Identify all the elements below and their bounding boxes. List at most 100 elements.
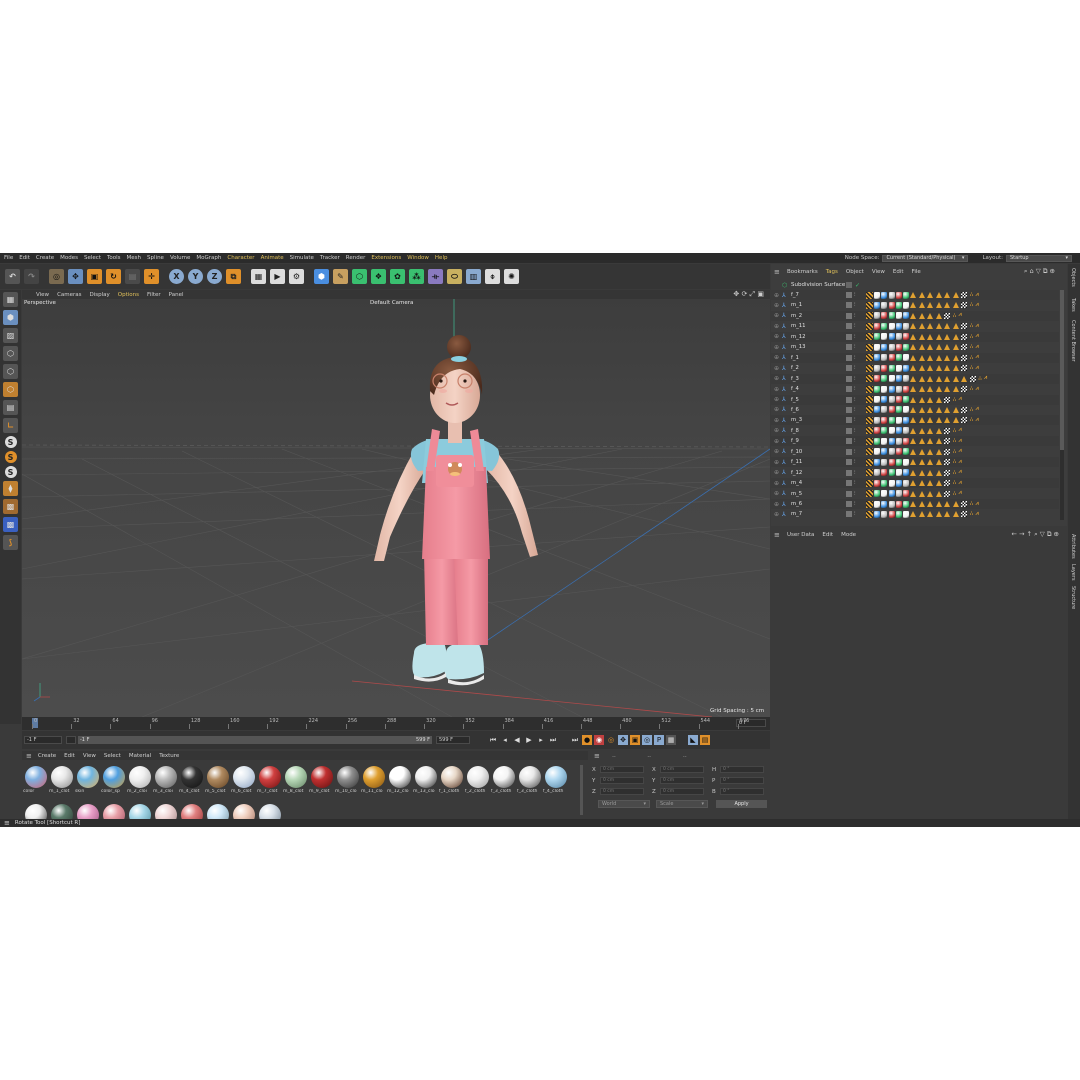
phong-tag-icon[interactable] bbox=[866, 291, 873, 299]
editor-visibility-icon[interactable]: ⁝ bbox=[854, 334, 856, 340]
object-menu-view[interactable]: View bbox=[872, 269, 885, 275]
selection-tag-icon[interactable] bbox=[935, 396, 942, 403]
play-icon[interactable]: ▶ bbox=[524, 735, 534, 745]
material-tag-icon[interactable] bbox=[874, 490, 881, 498]
material-tag-icon[interactable] bbox=[895, 500, 902, 508]
material-tag-icon[interactable] bbox=[895, 406, 902, 414]
uvw-tag-icon[interactable] bbox=[961, 386, 968, 393]
selection-tag-icon[interactable] bbox=[935, 406, 942, 413]
uvw-tag-icon[interactable] bbox=[944, 480, 951, 487]
layer-dot-icon[interactable]: ⊕ bbox=[774, 459, 779, 466]
material-tag-icon[interactable] bbox=[874, 364, 881, 372]
material-swatch[interactable] bbox=[231, 803, 256, 819]
coordinate-input[interactable]: 0 ° bbox=[720, 766, 764, 773]
uvw-tag-icon[interactable] bbox=[961, 323, 968, 330]
visibility-check-icon[interactable] bbox=[846, 292, 852, 298]
material-menu-view[interactable]: View bbox=[83, 753, 96, 759]
layer-dot-icon[interactable]: ⊕ bbox=[774, 365, 779, 372]
selection-tag-icon[interactable] bbox=[918, 490, 925, 497]
phong-tag-icon[interactable] bbox=[866, 510, 873, 518]
normal-tag-icon[interactable]: ⩘ bbox=[975, 365, 978, 372]
visibility-check-icon[interactable] bbox=[846, 448, 852, 455]
layer-dot-icon[interactable]: ⊕ bbox=[774, 302, 779, 309]
editor-visibility-icon[interactable]: ⁝ bbox=[854, 323, 856, 329]
layer-dot-icon[interactable]: ⊕ bbox=[774, 490, 779, 497]
z-axis-icon[interactable]: Z bbox=[207, 269, 222, 284]
selection-tag-icon[interactable] bbox=[952, 386, 959, 393]
motion-system-icon[interactable]: ◣ bbox=[688, 735, 698, 745]
uvw-tag-icon[interactable] bbox=[969, 375, 976, 382]
selection-tag-icon[interactable] bbox=[918, 501, 925, 507]
editor-visibility-icon[interactable]: ⁝ bbox=[854, 313, 856, 319]
material-tag-icon[interactable] bbox=[888, 427, 895, 435]
selection-tag-icon[interactable] bbox=[927, 323, 934, 330]
object-menu-edit[interactable]: Edit bbox=[893, 269, 904, 275]
normal-tag-icon[interactable]: ⩘ bbox=[975, 302, 978, 309]
selection-tag-icon[interactable] bbox=[935, 292, 942, 298]
selection-tag-icon[interactable] bbox=[952, 501, 959, 507]
solo-icon[interactable]: S bbox=[4, 466, 17, 478]
material-tag-icon[interactable] bbox=[881, 458, 888, 466]
editor-visibility-icon[interactable]: ⁝ bbox=[854, 302, 856, 308]
uvw-tag-icon[interactable] bbox=[961, 354, 968, 361]
material-menu-edit[interactable]: Edit bbox=[64, 753, 75, 759]
selection-tag-icon[interactable] bbox=[910, 292, 917, 298]
normal-tag-icon[interactable]: ⩘ bbox=[975, 417, 978, 424]
material-tag-icon[interactable] bbox=[874, 469, 881, 477]
object-row[interactable]: ⊕ ⅄ f_7 ⁝ ∴ ⩘ bbox=[771, 290, 1059, 300]
vertex-map-tag-icon[interactable]: ∴ bbox=[953, 449, 957, 455]
menu-item-tools[interactable]: Tools bbox=[107, 255, 121, 261]
position-key-icon[interactable]: ✥ bbox=[618, 735, 628, 745]
visibility-check-icon[interactable] bbox=[846, 490, 852, 497]
go-to-end-frame-icon[interactable]: ⏭ bbox=[570, 735, 580, 745]
material-tag-icon[interactable] bbox=[895, 301, 902, 309]
selection-tag-icon[interactable] bbox=[944, 375, 951, 382]
visibility-check-icon[interactable] bbox=[846, 333, 852, 340]
vertex-map-tag-icon[interactable]: ∴ bbox=[953, 438, 957, 444]
material-tag-icon[interactable] bbox=[874, 437, 881, 445]
material-tag-icon[interactable] bbox=[881, 437, 888, 445]
selection-tag-icon[interactable] bbox=[927, 396, 934, 403]
visibility-check-icon[interactable] bbox=[846, 406, 852, 413]
material-tag-icon[interactable] bbox=[888, 437, 895, 445]
material-swatch[interactable]: skin bbox=[75, 765, 100, 798]
material-tag-icon[interactable] bbox=[895, 437, 902, 445]
coordinate-input[interactable]: 0 cm bbox=[660, 788, 704, 795]
side-tab-content-browser[interactable]: Content Browser bbox=[1070, 320, 1076, 362]
scale-dropdown[interactable]: Scale ▾ bbox=[656, 800, 708, 808]
menu-item-modes[interactable]: Modes bbox=[60, 255, 78, 261]
material-tag-icon[interactable] bbox=[888, 448, 895, 456]
selection-tag-icon[interactable] bbox=[927, 333, 934, 340]
phong-tag-icon[interactable] bbox=[866, 500, 873, 508]
selection-tag-icon[interactable] bbox=[935, 480, 942, 487]
material-swatch[interactable]: m_3_cloi bbox=[153, 765, 178, 798]
coordinate-input[interactable]: 0 ° bbox=[720, 788, 764, 795]
layer-dot-icon[interactable]: ⊕ bbox=[774, 396, 779, 403]
material-tag-icon[interactable] bbox=[874, 458, 881, 466]
material-tag-icon[interactable] bbox=[888, 322, 895, 330]
selection-tag-icon[interactable] bbox=[935, 375, 942, 382]
world-dropdown[interactable]: World ▾ bbox=[598, 800, 650, 808]
workplane-icon[interactable]: ⧫ bbox=[3, 481, 18, 496]
phong-tag-icon[interactable] bbox=[866, 354, 873, 362]
preview-range-bar[interactable]: -1 F 599 F bbox=[78, 736, 432, 744]
material-tag-icon[interactable] bbox=[902, 490, 909, 498]
material-tag-icon[interactable] bbox=[874, 291, 881, 299]
viewport-menu-panel[interactable]: Panel bbox=[169, 292, 184, 298]
viewport-camera-label[interactable]: Default Camera bbox=[370, 300, 413, 306]
material-tag-icon[interactable] bbox=[874, 479, 881, 487]
material-tag-icon[interactable] bbox=[881, 396, 888, 403]
material-tag-icon[interactable] bbox=[874, 333, 881, 341]
scale-icon[interactable]: ▣ bbox=[87, 269, 102, 284]
material-tag-icon[interactable] bbox=[902, 396, 909, 403]
material-tag-icon[interactable] bbox=[902, 354, 909, 362]
selection-tag-icon[interactable] bbox=[927, 480, 934, 487]
selection-tag-icon[interactable] bbox=[927, 448, 934, 455]
material-tag-icon[interactable] bbox=[874, 375, 881, 383]
vertex-map-tag-icon[interactable]: ∴ bbox=[953, 491, 957, 497]
selection-tag-icon[interactable] bbox=[918, 406, 925, 413]
visibility-check-icon[interactable] bbox=[846, 386, 852, 393]
selection-tag-icon[interactable] bbox=[952, 375, 959, 382]
material-tag-icon[interactable] bbox=[902, 448, 909, 456]
selection-tag-icon[interactable] bbox=[927, 344, 934, 351]
